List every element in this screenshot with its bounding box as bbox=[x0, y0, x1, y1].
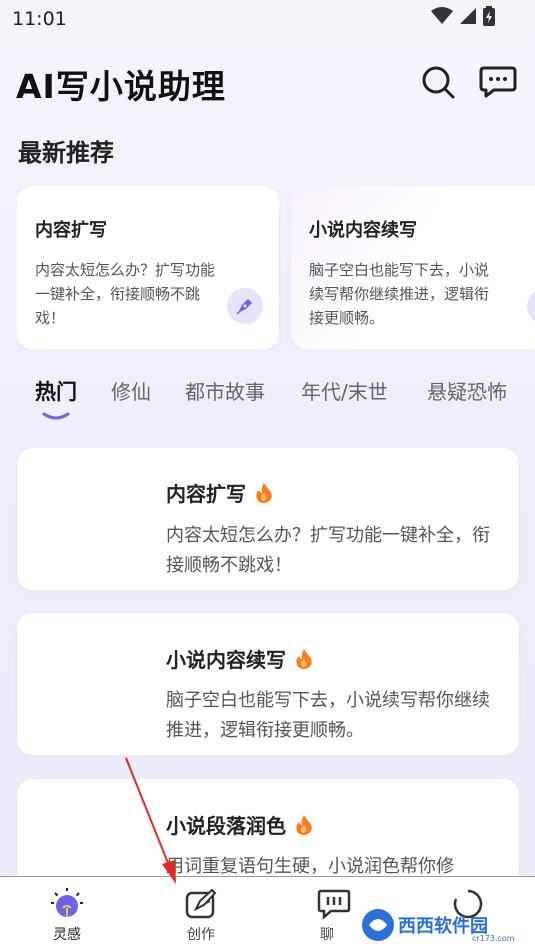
svg-text:cr173.com: cr173.com bbox=[472, 934, 515, 943]
pen-icon bbox=[227, 288, 263, 324]
signal-icon bbox=[460, 8, 476, 24]
list-item-title-row: 小说内容续写 bbox=[166, 644, 314, 673]
tab-xiuxian[interactable]: 修仙 bbox=[111, 376, 151, 405]
status-time: 11:01 bbox=[12, 8, 67, 30]
featured-card-title: 小说内容续写 bbox=[309, 220, 417, 241]
list-item-desc: 脑子空白也能写下去，小说续写帮你继续推进，逻辑衔接更顺畅。 bbox=[166, 690, 490, 741]
nav-item-create[interactable]: 创作 bbox=[156, 877, 246, 951]
search-icon bbox=[422, 66, 455, 99]
search-button[interactable] bbox=[418, 62, 458, 102]
chat-icon bbox=[479, 66, 517, 98]
list-item[interactable]: 内容扩写 内容太短怎么办？扩写功能一键补全，衔接顺畅不跳戏！ bbox=[17, 448, 519, 590]
status-icons bbox=[431, 6, 495, 26]
featured-card[interactable]: 小说内容续写 脑子空白也能写下去，小说续写帮你继续推进，逻辑衔接更顺畅。 bbox=[291, 186, 535, 349]
category-tabs: 热门 修仙 都市故事 年代/末世 悬疑恐怖 bbox=[0, 376, 535, 416]
chat-bubble-icon bbox=[317, 889, 351, 920]
nav-item-inspiration[interactable]: 灵感 bbox=[22, 877, 112, 951]
pen-icon bbox=[527, 288, 535, 324]
list-item-title-row: 小说段落润色 bbox=[166, 810, 314, 839]
list-item[interactable]: 小说内容续写 脑子空白也能写下去，小说续写帮你继续推进，逻辑衔接更顺畅。 bbox=[17, 613, 519, 755]
tab-era[interactable]: 年代/末世 bbox=[301, 376, 388, 405]
featured-carousel[interactable]: 内容扩写 内容太短怎么办？扩写功能一键补全，衔接顺畅不跳戏！ 小说内容续写 脑子… bbox=[17, 186, 535, 349]
list-item-desc: 内容太短怎么办？扩写功能一键补全，衔接顺畅不跳戏！ bbox=[166, 525, 490, 576]
section-title-latest: 最新推荐 bbox=[18, 139, 114, 167]
list-item-title: 小说段落润色 bbox=[166, 814, 286, 838]
tab-suspense[interactable]: 悬疑恐怖 bbox=[427, 376, 507, 405]
watermark-logo: 西西软件园 cr173.com bbox=[358, 905, 528, 945]
battery-icon bbox=[483, 6, 495, 26]
fire-icon bbox=[296, 814, 312, 835]
featured-card[interactable]: 内容扩写 内容太短怎么办？扩写功能一键补全，衔接顺畅不跳戏！ bbox=[17, 186, 279, 349]
tab-urban[interactable]: 都市故事 bbox=[185, 376, 265, 405]
wifi-icon bbox=[431, 7, 453, 24]
list-item-title: 小说内容续写 bbox=[166, 648, 286, 672]
tab-active-indicator bbox=[42, 412, 70, 420]
featured-card-desc: 内容太短怎么办？扩写功能一键补全，衔接顺畅不跳戏！ bbox=[35, 261, 216, 327]
status-bar: 11:01 bbox=[0, 0, 535, 40]
featured-card-desc: 脑子空白也能写下去，小说续写帮你继续推进，逻辑衔接更顺畅。 bbox=[309, 261, 490, 327]
message-button[interactable] bbox=[478, 62, 518, 102]
app-title: AI写小说助理 bbox=[16, 67, 226, 106]
create-icon bbox=[185, 888, 217, 919]
lightbulb-icon bbox=[51, 888, 83, 917]
list-item-title: 内容扩写 bbox=[166, 482, 246, 506]
featured-card-title: 内容扩写 bbox=[35, 220, 107, 241]
tab-hot[interactable]: 热门 bbox=[35, 376, 77, 406]
nav-item-label: 创作 bbox=[187, 927, 215, 943]
fire-icon bbox=[296, 648, 312, 669]
list-item-title-row: 内容扩写 bbox=[166, 478, 274, 507]
nav-item-label: 灵感 bbox=[53, 927, 81, 943]
fire-icon bbox=[256, 482, 272, 503]
